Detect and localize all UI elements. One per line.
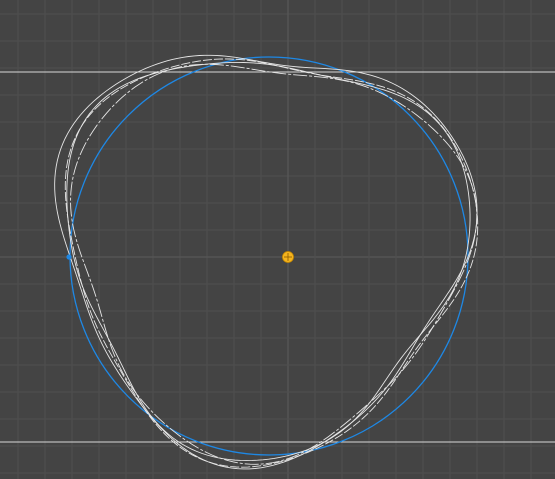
circle-handle[interactable] [66,254,72,260]
scene-viewport[interactable] [0,0,555,479]
pivot-point-icon[interactable] [282,251,294,263]
scene-canvas[interactable] [0,0,555,479]
